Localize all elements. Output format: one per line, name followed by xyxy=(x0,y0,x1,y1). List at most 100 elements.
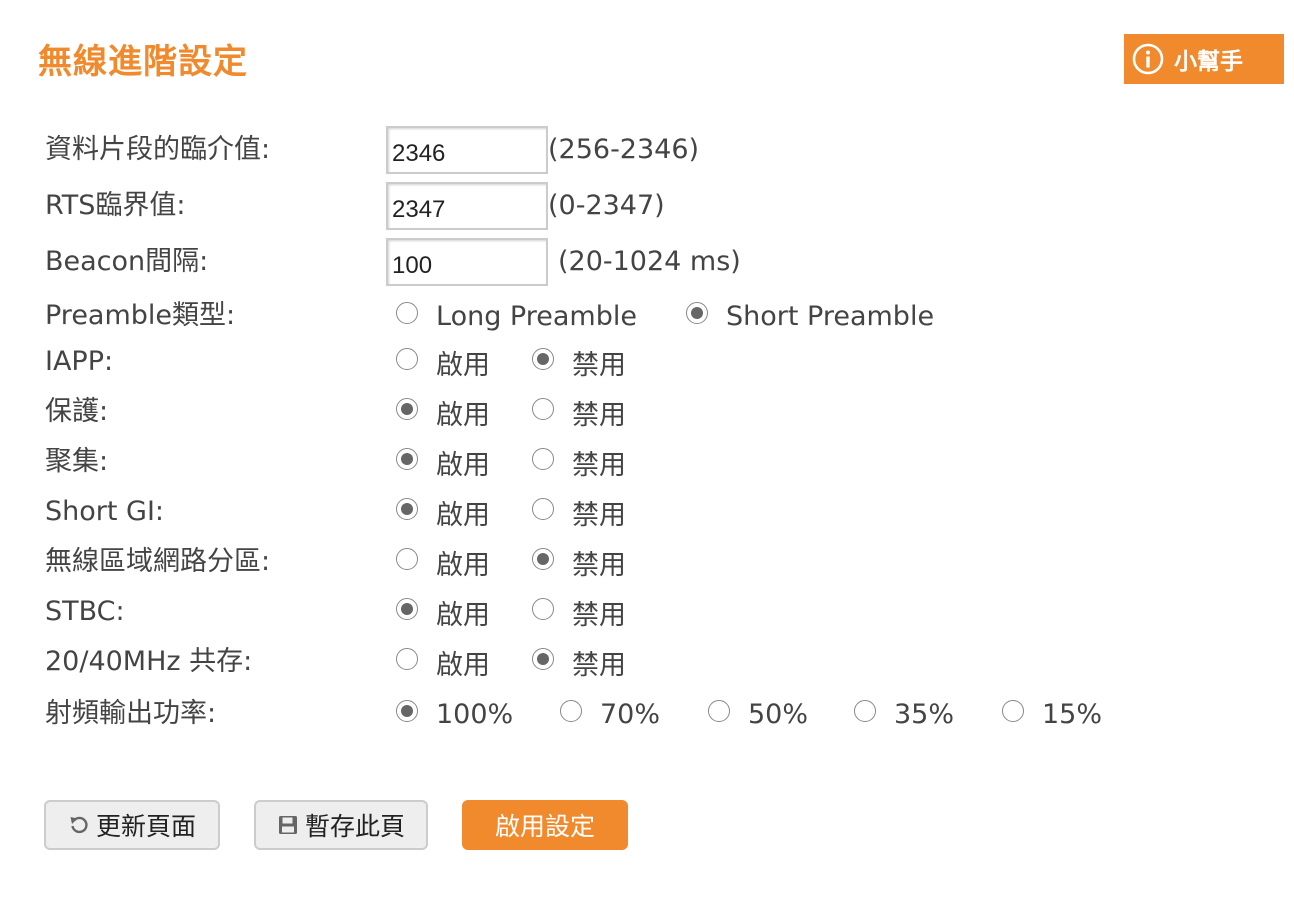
short-gi-enable-option[interactable]: 啟用 xyxy=(396,488,490,536)
protection-label: 保護: xyxy=(45,396,109,427)
radio-circle[interactable] xyxy=(532,598,554,620)
aggregation-label: 聚集: xyxy=(45,446,109,477)
radio-circle[interactable] xyxy=(396,648,418,670)
short-gi-label: Short GI: xyxy=(45,496,165,527)
radio-option-label: 啟用 xyxy=(436,599,490,631)
stbc-row: STBC: 啟用 禁用 xyxy=(0,588,1294,636)
coexistence-enable-option[interactable]: 啟用 xyxy=(396,638,490,686)
radio-option-label: 啟用 xyxy=(436,649,490,681)
preamble-long-option[interactable]: Long Preamble xyxy=(396,292,637,340)
radio-circle[interactable] xyxy=(532,448,554,470)
radio-circle[interactable] xyxy=(396,498,418,520)
protection-row: 保護: 啟用 禁用 xyxy=(0,388,1294,436)
coexistence-label: 20/40MHz 共存: xyxy=(45,646,253,677)
preamble-type-row: Preamble類型: Long Preamble Short Preamble xyxy=(0,292,1294,340)
aggregation-disable-option[interactable]: 禁用 xyxy=(532,438,626,486)
radio-circle[interactable] xyxy=(532,548,554,570)
radio-option-label: 50% xyxy=(748,698,809,730)
radio-circle[interactable] xyxy=(532,348,554,370)
iapp-label: IAPP: xyxy=(45,346,114,377)
radio-option-label: 啟用 xyxy=(436,499,490,531)
aggregation-enable-option[interactable]: 啟用 xyxy=(396,438,490,486)
apply-settings-label: 啟用設定 xyxy=(494,812,595,841)
rts-threshold-label: RTS臨界值: xyxy=(45,190,186,221)
info-icon xyxy=(1130,41,1166,77)
rts-threshold-row: RTS臨界值: (0-2347) xyxy=(0,182,1294,230)
help-button[interactable]: 小幫手 xyxy=(1124,34,1284,84)
short-gi-row: Short GI: 啟用 禁用 xyxy=(0,488,1294,536)
radio-circle[interactable] xyxy=(560,700,582,722)
radio-circle[interactable] xyxy=(532,398,554,420)
radio-option-label: 禁用 xyxy=(572,499,626,531)
radio-option-label: 禁用 xyxy=(572,399,626,431)
radio-circle[interactable] xyxy=(854,700,876,722)
stbc-enable-option[interactable]: 啟用 xyxy=(396,588,490,636)
stbc-disable-option[interactable]: 禁用 xyxy=(532,588,626,636)
help-button-label: 小幫手 xyxy=(1174,49,1243,75)
fragment-threshold-label: 資料片段的臨介值: xyxy=(45,134,271,165)
aggregation-row: 聚集: 啟用 禁用 xyxy=(0,438,1294,486)
power-15-option[interactable]: 15% xyxy=(1002,690,1102,738)
save-page-button[interactable]: 暫存此頁 xyxy=(254,800,428,850)
coexistence-row: 20/40MHz 共存: 啟用 禁用 xyxy=(0,638,1294,686)
preamble-type-label: Preamble類型: xyxy=(45,300,236,331)
refresh-icon xyxy=(68,814,90,836)
preamble-short-option[interactable]: Short Preamble xyxy=(686,292,934,340)
refresh-page-label: 更新頁面 xyxy=(95,812,196,841)
radio-option-label: 啟用 xyxy=(436,399,490,431)
refresh-page-button[interactable]: 更新頁面 xyxy=(44,800,220,850)
radio-option-label: 35% xyxy=(894,698,955,730)
radio-option-label: 禁用 xyxy=(572,349,626,381)
fragment-threshold-row: 資料片段的臨介值: (256-2346) xyxy=(0,126,1294,174)
radio-circle[interactable] xyxy=(686,302,708,324)
radio-option-label: Long Preamble xyxy=(436,300,637,332)
rts-threshold-input[interactable] xyxy=(386,182,548,230)
radio-circle[interactable] xyxy=(396,398,418,420)
radio-option-label: Short Preamble xyxy=(726,300,935,332)
protection-disable-option[interactable]: 禁用 xyxy=(532,388,626,436)
radio-circle[interactable] xyxy=(396,302,418,324)
radio-option-label: 禁用 xyxy=(572,599,626,631)
radio-option-label: 禁用 xyxy=(572,649,626,681)
radio-option-label: 啟用 xyxy=(436,449,490,481)
radio-circle[interactable] xyxy=(532,648,554,670)
coexistence-disable-option[interactable]: 禁用 xyxy=(532,638,626,686)
radio-circle[interactable] xyxy=(396,548,418,570)
radio-option-label: 禁用 xyxy=(572,449,626,481)
short-gi-disable-option[interactable]: 禁用 xyxy=(532,488,626,536)
iapp-enable-option[interactable]: 啟用 xyxy=(396,338,490,386)
protection-enable-option[interactable]: 啟用 xyxy=(396,388,490,436)
radio-circle[interactable] xyxy=(1002,700,1024,722)
wlan-partition-label: 無線區域網路分區: xyxy=(45,546,271,577)
radio-circle[interactable] xyxy=(396,448,418,470)
iapp-disable-option[interactable]: 禁用 xyxy=(532,338,626,386)
power-50-option[interactable]: 50% xyxy=(708,690,808,738)
rts-threshold-range: (0-2347) xyxy=(548,190,665,221)
apply-settings-button[interactable]: 啟用設定 xyxy=(462,800,628,850)
floppy-disk-icon xyxy=(277,814,299,836)
rf-output-power-row: 射頻輸出功率: 100% 70% 50% 35% 15% xyxy=(0,690,1294,738)
power-70-option[interactable]: 70% xyxy=(560,690,660,738)
radio-circle[interactable] xyxy=(708,700,730,722)
rf-output-power-label: 射頻輸出功率: xyxy=(45,698,217,729)
radio-circle[interactable] xyxy=(396,348,418,370)
radio-option-label: 啟用 xyxy=(436,549,490,581)
stbc-label: STBC: xyxy=(45,596,125,627)
power-100-option[interactable]: 100% xyxy=(396,690,513,738)
power-35-option[interactable]: 35% xyxy=(854,690,954,738)
beacon-interval-input[interactable] xyxy=(386,238,548,286)
radio-circle[interactable] xyxy=(396,598,418,620)
beacon-interval-range: (20-1024 ms) xyxy=(558,246,741,277)
page-title: 無線進階設定 xyxy=(38,42,248,82)
wlan-partition-disable-option[interactable]: 禁用 xyxy=(532,538,626,586)
radio-option-label: 啟用 xyxy=(436,349,490,381)
wlan-partition-enable-option[interactable]: 啟用 xyxy=(396,538,490,586)
wlan-partition-row: 無線區域網路分區: 啟用 禁用 xyxy=(0,538,1294,586)
beacon-interval-label: Beacon間隔: xyxy=(45,246,209,277)
radio-option-label: 100% xyxy=(436,698,514,730)
radio-option-label: 15% xyxy=(1042,698,1103,730)
fragment-threshold-input[interactable] xyxy=(386,126,548,174)
radio-circle[interactable] xyxy=(532,498,554,520)
iapp-row: IAPP: 啟用 禁用 xyxy=(0,338,1294,386)
radio-circle[interactable] xyxy=(396,700,418,722)
